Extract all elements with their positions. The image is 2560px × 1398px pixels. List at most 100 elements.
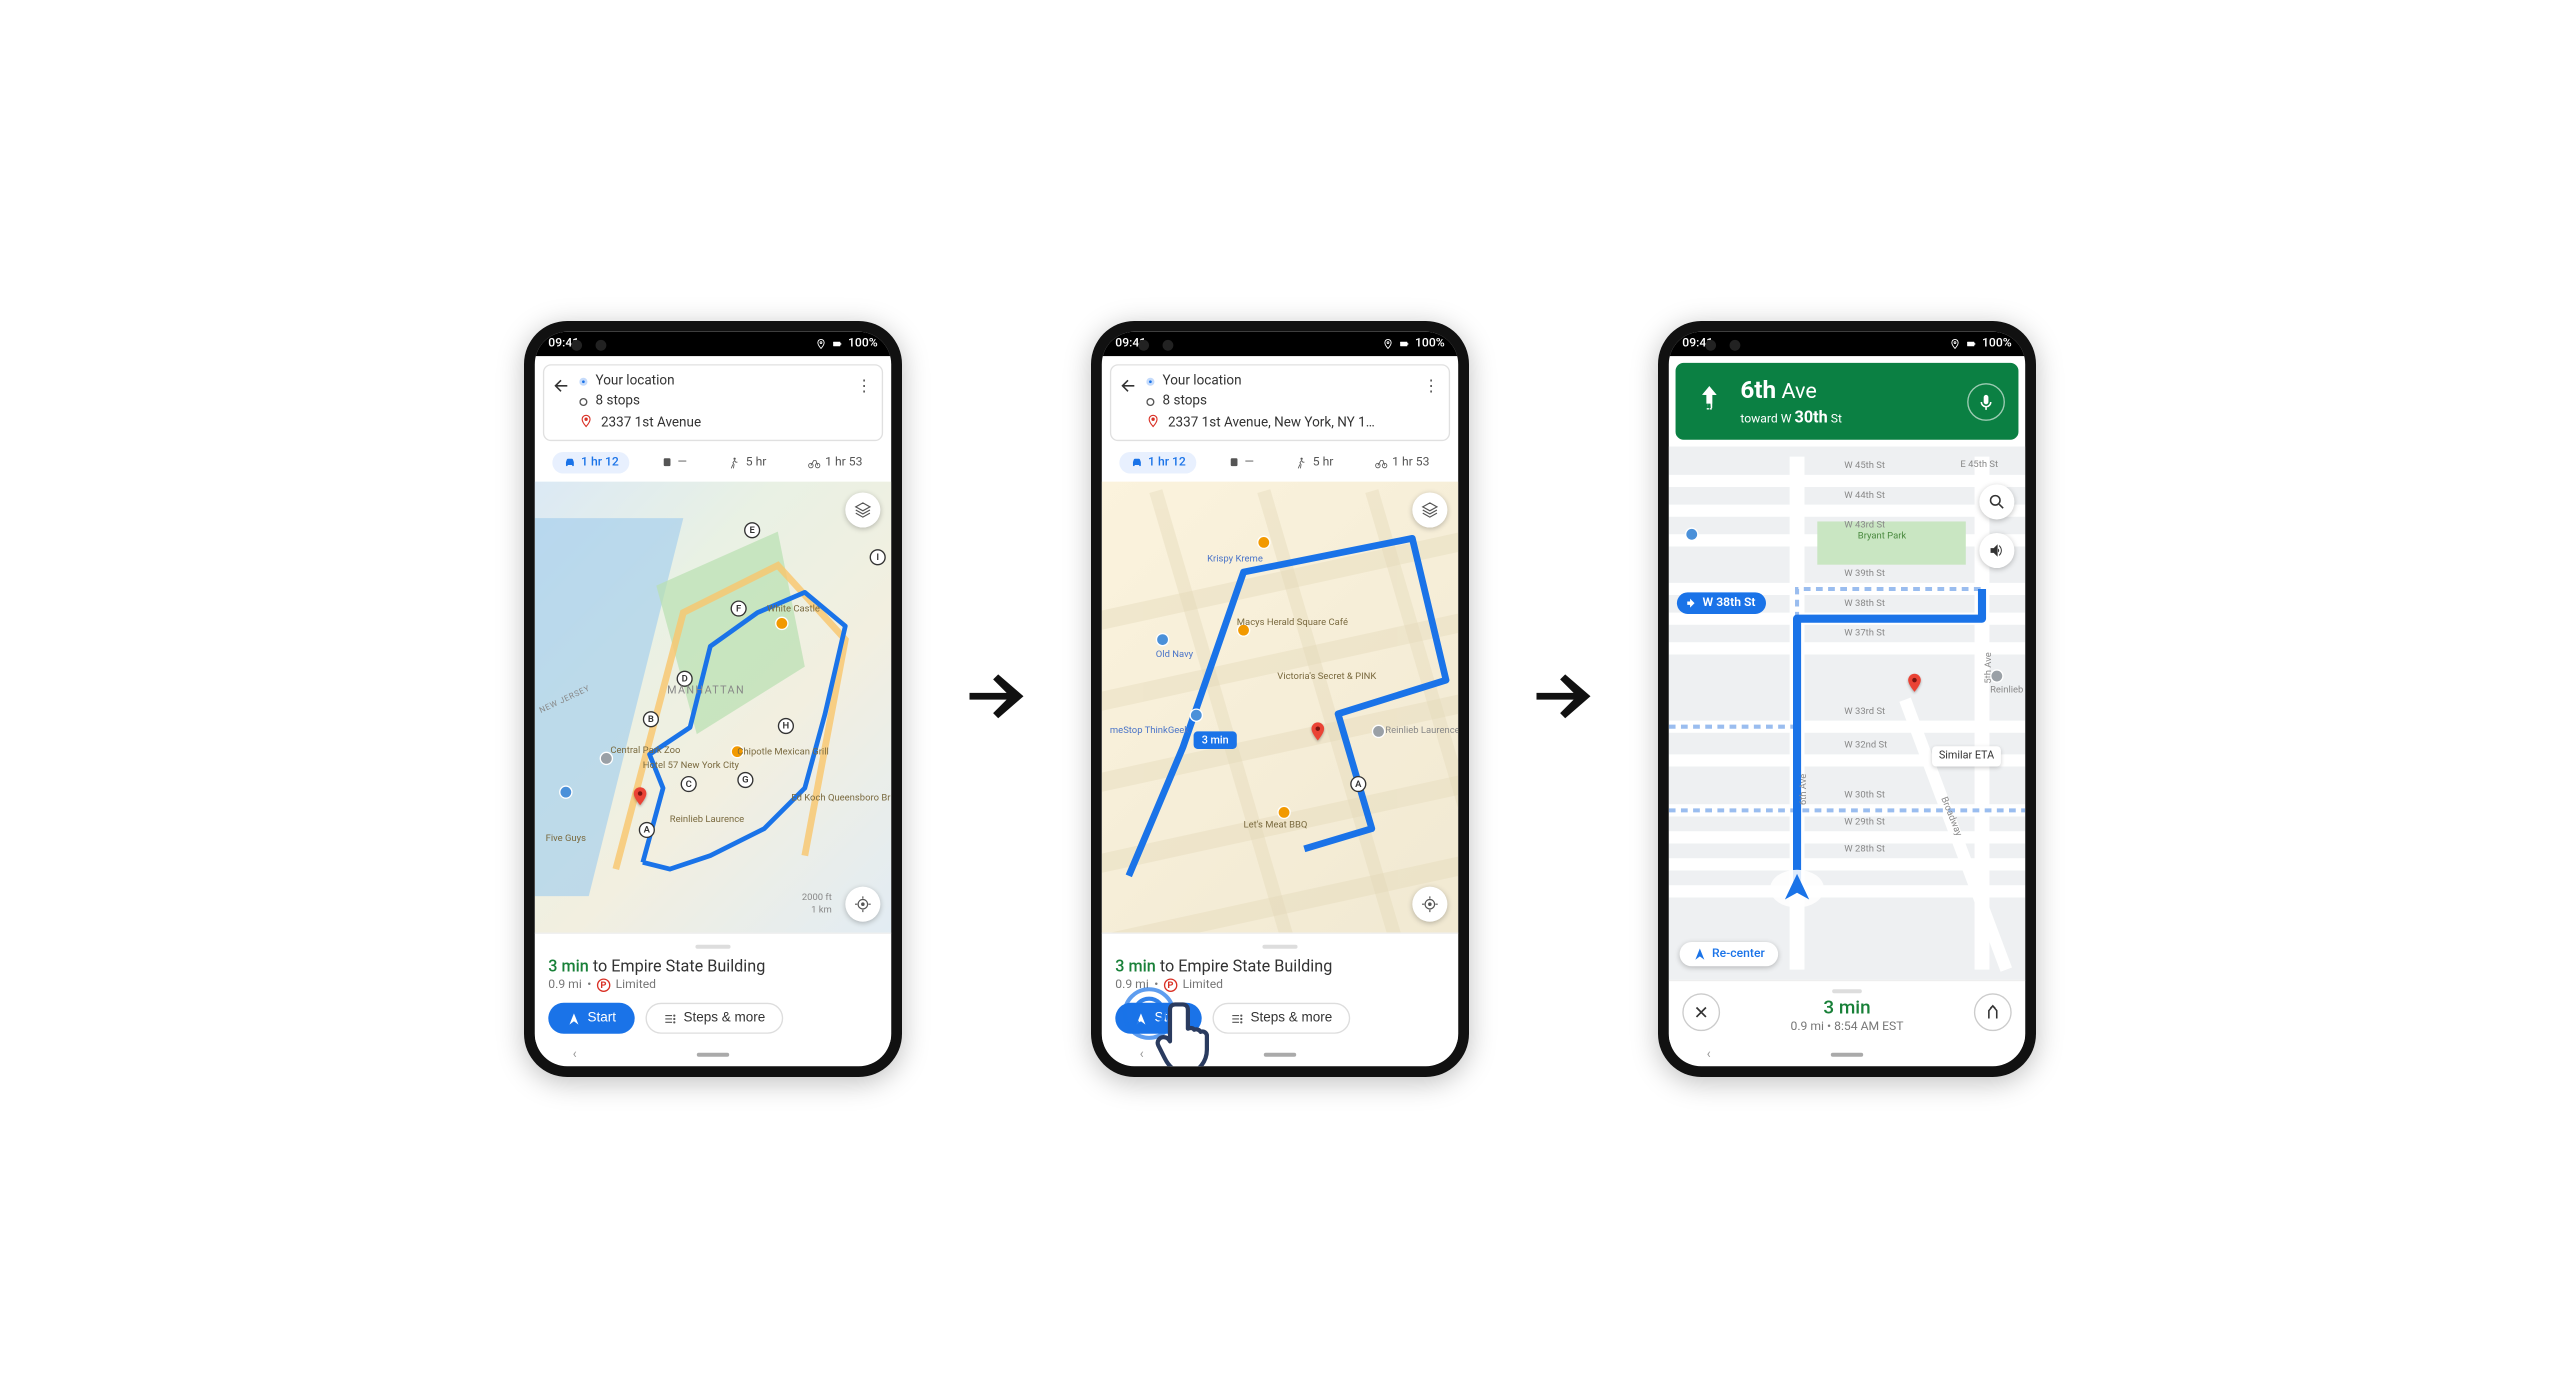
navigation-bottom-sheet[interactable]: 3 min 0.9 mi • 8:54 AM EST — [1669, 980, 2025, 1042]
route-search-card[interactable]: Your location 8 stops 2337 1st Avenue ⋮ — [543, 364, 883, 441]
stops-dot-icon — [1146, 397, 1154, 405]
back-gesture-icon[interactable]: ‹ — [573, 1047, 577, 1062]
layers-button[interactable] — [1412, 492, 1447, 527]
status-time: 09:41 — [1115, 337, 1146, 351]
stop-marker-h[interactable]: H — [778, 718, 794, 734]
phone-2: 09:41 100% Your location 8 stops 2337 1s… — [1091, 321, 1469, 1077]
mode-bike[interactable]: 1 hr 53 — [797, 452, 873, 474]
search-button[interactable] — [1979, 484, 2014, 519]
destination-row[interactable]: 2337 1st Avenue — [579, 414, 871, 432]
poi-label: Five Guys — [546, 833, 586, 844]
map-view[interactable]: Krispy Kreme Old Navy Macys Herald Squar… — [1102, 482, 1458, 933]
poi-label: Let's Meat BBQ — [1244, 819, 1308, 830]
stop-marker-c[interactable]: C — [681, 776, 697, 792]
destination-marker[interactable] — [1307, 718, 1329, 752]
poi-marker — [1156, 633, 1170, 647]
map-view[interactable]: A B C D E F G H I White Castle Central P… — [535, 482, 891, 933]
poi-marker — [1685, 528, 1699, 542]
mode-bike[interactable]: 1 hr 53 — [1364, 452, 1440, 474]
alt-route-eta-chip: Similar ETA — [1932, 746, 2001, 766]
stop-marker-f[interactable]: F — [731, 600, 747, 616]
home-gesture-bar[interactable] — [1264, 1052, 1296, 1056]
mode-car[interactable]: 1 hr 12 — [553, 452, 630, 474]
stop-marker-g[interactable]: G — [737, 772, 753, 788]
status-time: 09:41 — [1682, 337, 1713, 351]
destination-row[interactable]: 2337 1st Avenue, New York, NY 1… — [1146, 414, 1438, 432]
my-location-button[interactable] — [845, 887, 880, 922]
parking-icon: P — [597, 978, 611, 992]
steps-more-button[interactable]: Steps & more — [646, 1003, 783, 1034]
nav-eta-sub: 0.9 mi • 8:54 AM EST — [1720, 1020, 1974, 1034]
back-button[interactable] — [552, 376, 571, 399]
street-label: W 38th St — [1844, 598, 1885, 609]
region-label: MANHATTAN — [667, 684, 745, 696]
stops-row[interactable]: 8 stops — [1146, 394, 1438, 409]
mode-transit[interactable]: — — [1216, 452, 1265, 474]
steps-more-button[interactable]: Steps & more — [1213, 1003, 1350, 1034]
poi-label: Reinlieb Laurence — [670, 814, 744, 825]
status-battery: 100% — [848, 337, 878, 351]
home-gesture-bar[interactable] — [697, 1052, 729, 1056]
route-summary-sheet[interactable]: 3 min to Empire State Building 0.9 mi• P… — [535, 933, 891, 1042]
poi-label: Old Navy — [1156, 649, 1193, 660]
stop-marker-e[interactable]: E — [744, 522, 760, 538]
overflow-menu-button[interactable]: ⋮ — [1423, 376, 1438, 395]
stops-dot-icon — [579, 397, 587, 405]
origin-row[interactable]: Your location — [1146, 374, 1438, 389]
poi-marker — [1990, 669, 2004, 683]
stops-row[interactable]: 8 stops — [579, 394, 871, 409]
system-nav-bar: ‹ — [535, 1042, 891, 1066]
battery-icon — [1966, 339, 1977, 350]
audio-button[interactable] — [1979, 533, 2014, 568]
poi-label: Reinlieb — [1990, 684, 2023, 695]
destination-pin-icon — [579, 414, 593, 432]
phone-3: 09:41 100% 6th Ave toward W 30th St — [1658, 321, 2036, 1077]
stop-marker-a[interactable]: A — [1350, 776, 1366, 792]
mode-walk[interactable]: 5 hr — [1284, 452, 1344, 474]
sheet-handle[interactable] — [1262, 945, 1297, 949]
route-search-card[interactable]: Your location 8 stops 2337 1st Avenue, N… — [1110, 364, 1450, 441]
mode-walk[interactable]: 5 hr — [717, 452, 777, 474]
route-summary-sheet[interactable]: 3 min to Empire State Building 0.9 mi• P… — [1102, 933, 1458, 1042]
back-button[interactable] — [1119, 376, 1138, 399]
street-label: W 37th St — [1844, 627, 1885, 638]
scale-label: 1 km — [811, 904, 832, 915]
recenter-button[interactable]: Re-center — [1680, 942, 1779, 966]
home-gesture-bar[interactable] — [1831, 1052, 1863, 1056]
stop-marker-i[interactable]: I — [870, 549, 886, 565]
stop-marker-a[interactable]: A — [639, 822, 655, 838]
poi-label: Chipotle Mexican Grill — [737, 746, 829, 757]
alternate-routes-button[interactable] — [1974, 993, 2012, 1031]
mode-car[interactable]: 1 hr 12 — [1120, 452, 1197, 474]
sheet-handle[interactable] — [1832, 989, 1862, 993]
start-button[interactable]: Start — [548, 1003, 635, 1034]
destination-marker[interactable] — [1904, 669, 1926, 703]
flow-arrow-icon — [1523, 656, 1604, 742]
street-label: W 33rd St — [1844, 706, 1885, 717]
street-label: W 39th St — [1844, 568, 1885, 579]
my-location-button[interactable] — [1412, 887, 1447, 922]
back-gesture-icon[interactable]: ‹ — [1707, 1047, 1711, 1062]
back-gesture-icon[interactable]: ‹ — [1140, 1047, 1144, 1062]
straight-arrow-icon — [1692, 381, 1727, 422]
destination-marker[interactable] — [629, 783, 651, 817]
sheet-handle[interactable] — [695, 945, 730, 949]
close-navigation-button[interactable] — [1682, 993, 1720, 1031]
street-label: E 45th St — [1960, 459, 1998, 470]
travel-mode-bar: 1 hr 12 — 5 hr 1 hr 53 — [1102, 449, 1458, 481]
layers-button[interactable] — [845, 492, 880, 527]
street-label: W 43rd St — [1844, 519, 1885, 530]
navigation-direction-banner[interactable]: 6th Ave toward W 30th St — [1676, 363, 2019, 440]
voice-search-button[interactable] — [1967, 382, 2005, 420]
battery-icon — [1399, 339, 1410, 350]
overflow-menu-button[interactable]: ⋮ — [856, 376, 871, 395]
navigation-map[interactable]: W 45th St W 44th St W 43rd St Bryant Par… — [1669, 447, 2025, 980]
direction-toward: toward W 30th St — [1740, 407, 1842, 426]
scale-label: 2000 ft — [802, 892, 832, 903]
origin-row[interactable]: Your location — [579, 374, 871, 389]
street-label: W 32nd St — [1844, 740, 1887, 751]
flow-arrow-icon — [956, 656, 1037, 742]
status-bar: 09:41 100% — [1102, 332, 1458, 356]
stop-marker-b[interactable]: B — [643, 711, 659, 727]
mode-transit[interactable]: — — [649, 452, 698, 474]
